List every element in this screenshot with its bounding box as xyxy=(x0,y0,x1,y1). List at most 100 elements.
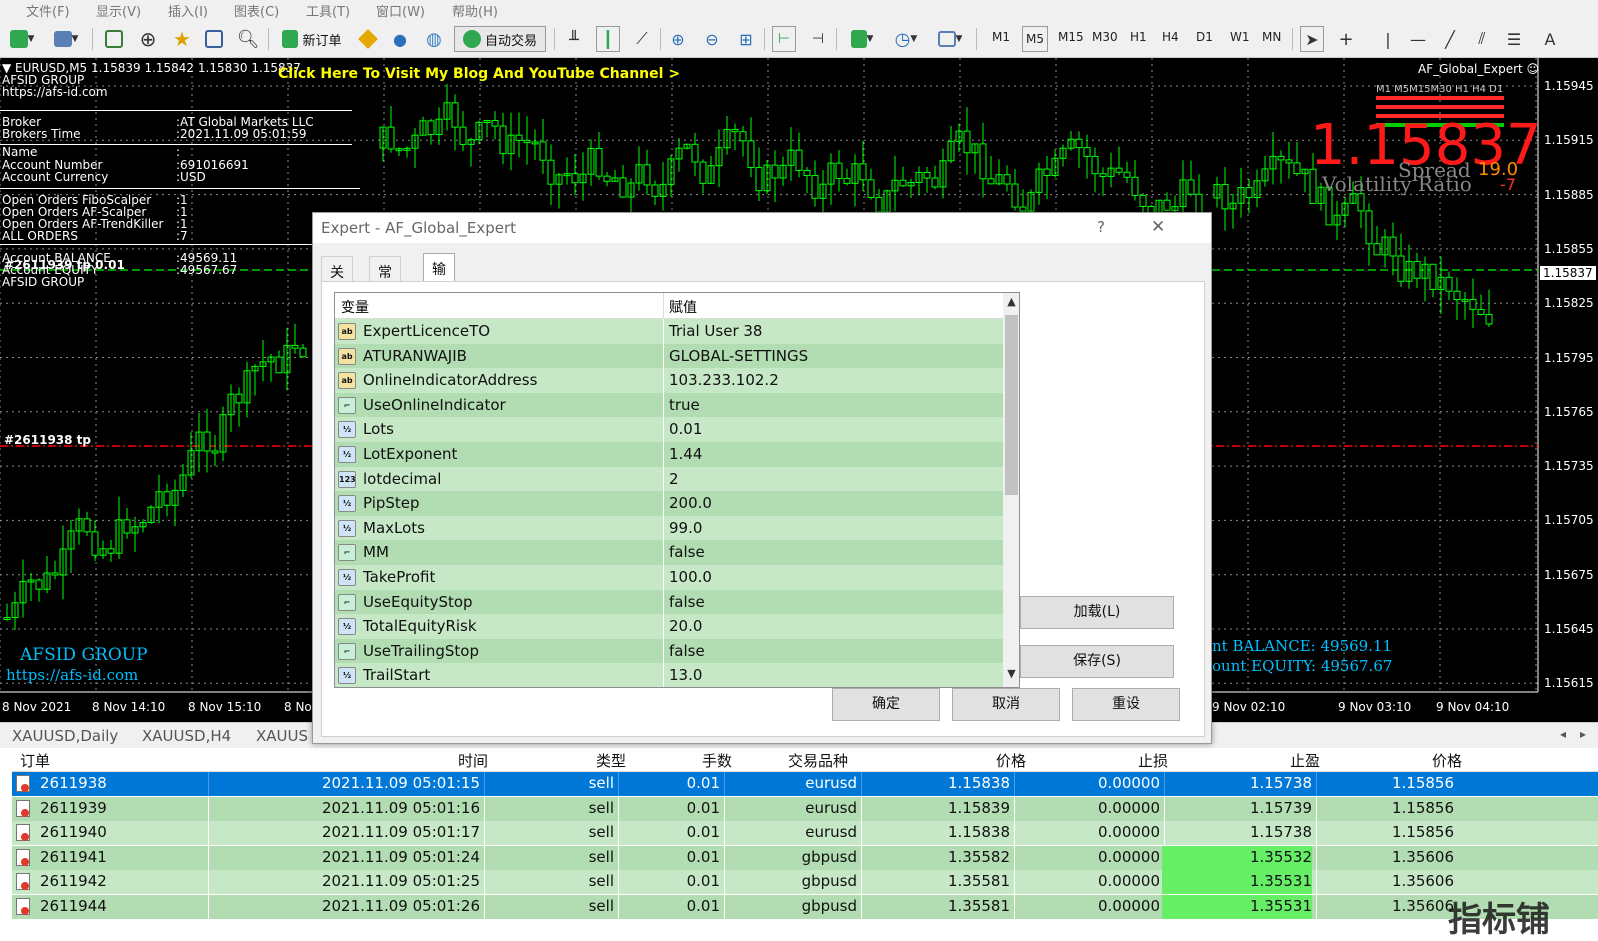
param-row[interactable]: ab ExpertLicenceTO Trial User 38 xyxy=(335,319,1003,344)
param-value[interactable]: 2 xyxy=(669,470,679,488)
autoscroll-button[interactable]: ⊢ xyxy=(772,26,796,52)
col-tp[interactable]: 止盈 xyxy=(1290,750,1320,771)
chart-shift-button[interactable]: ⊣ xyxy=(806,26,830,52)
market-button[interactable]: ◍ xyxy=(422,26,446,52)
signals-button[interactable]: ● xyxy=(388,26,412,52)
crosshair-button[interactable]: + xyxy=(1334,26,1358,52)
menu-view[interactable]: 显示(V) xyxy=(96,1,141,20)
order-row[interactable]: 2611939 2021.11.09 05:01:16 sell 0.01 eurusd… xyxy=(12,796,1598,821)
param-row[interactable]: 123 lotdecimal 2 xyxy=(335,466,1003,492)
new-chart-button[interactable]: ▼ xyxy=(4,26,40,52)
blog-link[interactable]: Click Here To Visit My Blog And YouTube … xyxy=(278,66,680,82)
param-row[interactable]: ⌐ UseOnlineIndicator true xyxy=(335,392,1003,418)
param-row[interactable]: ½ Lots 0.01 xyxy=(335,417,1003,443)
param-value[interactable]: Trial User 38 xyxy=(669,322,762,340)
periods-button[interactable]: ◷ ▼ xyxy=(888,26,924,52)
menu-help[interactable]: 帮助(H) xyxy=(452,1,498,20)
zoom-in-button[interactable]: ⊕ xyxy=(666,26,690,52)
tf-m15[interactable]: M15 xyxy=(1058,30,1084,44)
col-type[interactable]: 类型 xyxy=(596,750,626,771)
tab-scroll-right-icon[interactable]: ▸ xyxy=(1580,727,1586,741)
params-scrollbar[interactable]: ▲ ▼ xyxy=(1003,293,1019,687)
tab-xauus[interactable]: XAUUS xyxy=(256,727,308,745)
order-row[interactable]: 2611942 2021.11.09 05:01:25 sell 0.01 gbpusd… xyxy=(12,870,1598,895)
templates-button[interactable]: ▼ xyxy=(932,26,968,52)
param-row[interactable]: ½ TakeProfit 100.0 xyxy=(335,565,1003,590)
col-variable[interactable]: 变量 xyxy=(341,297,369,317)
channel-button[interactable]: ⫽ xyxy=(1470,26,1494,52)
tf-h1[interactable]: H1 xyxy=(1130,30,1147,44)
menu-file[interactable]: 文件(F) xyxy=(26,1,70,20)
col-symbol[interactable]: 交易品种 xyxy=(788,750,848,771)
help-button[interactable]: ? xyxy=(1097,218,1105,236)
line-chart-button[interactable]: ⟋ xyxy=(630,26,654,52)
tab-common[interactable]: 常用 xyxy=(369,256,401,301)
zoom-out-button[interactable]: ⊖ xyxy=(700,26,724,52)
navigator-button[interactable]: ⊕ xyxy=(136,26,160,52)
tf-m5[interactable]: M5 xyxy=(1022,26,1048,52)
param-row[interactable]: ½ MaxLots 99.0 xyxy=(335,515,1003,541)
menu-window[interactable]: 窗口(W) xyxy=(376,1,425,20)
param-row[interactable]: ⌐ UseTrailingStop false xyxy=(335,638,1003,664)
col-price[interactable]: 价格 xyxy=(996,750,1026,771)
col-value[interactable]: 赋值 xyxy=(669,297,697,317)
order-row[interactable]: 2611941 2021.11.09 05:01:24 sell 0.01 gbpusd… xyxy=(12,845,1598,870)
cursor-button[interactable]: ➤ xyxy=(1300,26,1324,52)
bar-chart-button[interactable]: ╨ xyxy=(562,26,586,52)
param-value[interactable]: 200.0 xyxy=(669,494,712,512)
param-row[interactable]: ½ LotExponent 1.44 xyxy=(335,442,1003,467)
scroll-thumb[interactable] xyxy=(1005,315,1018,495)
metaeditor-button[interactable] xyxy=(356,26,380,52)
param-value[interactable]: 13.0 xyxy=(669,666,702,684)
order-row[interactable]: 2611940 2021.11.09 05:01:17 sell 0.01 eurusd… xyxy=(12,821,1598,846)
tf-m30[interactable]: M30 xyxy=(1092,30,1118,44)
tile-windows-button[interactable]: ⊞ xyxy=(734,26,758,52)
favorites-button[interactable]: ★ xyxy=(170,26,194,52)
ok-button[interactable]: 确定 xyxy=(832,688,940,721)
auto-trading-button[interactable]: 自动交易 xyxy=(454,26,546,52)
menu-insert[interactable]: 插入(I) xyxy=(168,1,208,20)
param-value[interactable]: true xyxy=(669,396,700,414)
reset-button[interactable]: 重设 xyxy=(1072,688,1180,721)
menu-tools[interactable]: 工具(T) xyxy=(306,1,350,20)
indicators-button[interactable]: ▼ xyxy=(844,26,880,52)
scroll-down-icon[interactable]: ▼ xyxy=(1003,665,1019,683)
col-order[interactable]: 订单 xyxy=(20,750,50,771)
order-row[interactable]: 2611944 2021.11.09 05:01:26 sell 0.01 gbpusd… xyxy=(12,895,1598,919)
tf-w1[interactable]: W1 xyxy=(1230,30,1250,44)
trend-line-button[interactable]: ╱ xyxy=(1438,26,1462,52)
tab-scroll-left-icon[interactable]: ◂ xyxy=(1560,727,1566,741)
param-row[interactable]: ⌐ MM false xyxy=(335,540,1003,566)
param-value[interactable]: 20.0 xyxy=(669,617,702,635)
param-value[interactable]: false xyxy=(669,593,705,611)
tester-button[interactable]: 🔍︎ xyxy=(236,26,260,52)
afsid-url[interactable]: https://afs-id.com xyxy=(6,667,138,683)
tab-inputs[interactable]: 输入参数 xyxy=(423,253,455,338)
save-button[interactable]: 保存(S) xyxy=(1020,645,1174,678)
param-value[interactable]: false xyxy=(669,642,705,660)
param-row[interactable]: ½ PipStep 200.0 xyxy=(335,491,1003,517)
param-value[interactable]: 99.0 xyxy=(669,519,702,537)
param-value[interactable]: GLOBAL-SETTINGS xyxy=(669,347,808,365)
fibo-button[interactable]: ☰ xyxy=(1502,26,1526,52)
param-value[interactable]: 1.44 xyxy=(669,445,702,463)
tf-mn[interactable]: MN xyxy=(1262,30,1281,44)
tf-d1[interactable]: D1 xyxy=(1196,30,1213,44)
horizontal-line-button[interactable]: — xyxy=(1406,26,1430,52)
param-value[interactable]: 100.0 xyxy=(669,568,712,586)
param-row[interactable]: ½ TrailStart 13.0 xyxy=(335,663,1003,687)
param-row[interactable]: ⌐ UseEquityStop false xyxy=(335,589,1003,615)
profiles-button[interactable]: ▼ xyxy=(48,26,84,52)
scroll-up-icon[interactable]: ▲ xyxy=(1003,293,1019,311)
param-value[interactable]: false xyxy=(669,543,705,561)
load-button[interactable]: 加载(L) xyxy=(1020,596,1174,629)
tf-m1[interactable]: M1 xyxy=(992,30,1010,44)
param-row[interactable]: ½ TotalEquityRisk 20.0 xyxy=(335,614,1003,640)
menu-chart[interactable]: 图表(C) xyxy=(234,1,279,20)
tab-xauusd-daily[interactable]: XAUUSD,Daily xyxy=(12,727,118,745)
terminal-button[interactable] xyxy=(202,26,226,52)
tab-xauusd-h4[interactable]: XAUUSD,H4 xyxy=(142,727,231,745)
close-button[interactable]: ✕ xyxy=(1151,217,1165,237)
tab-about[interactable]: 关于 xyxy=(321,256,353,301)
tf-h4[interactable]: H4 xyxy=(1162,30,1179,44)
